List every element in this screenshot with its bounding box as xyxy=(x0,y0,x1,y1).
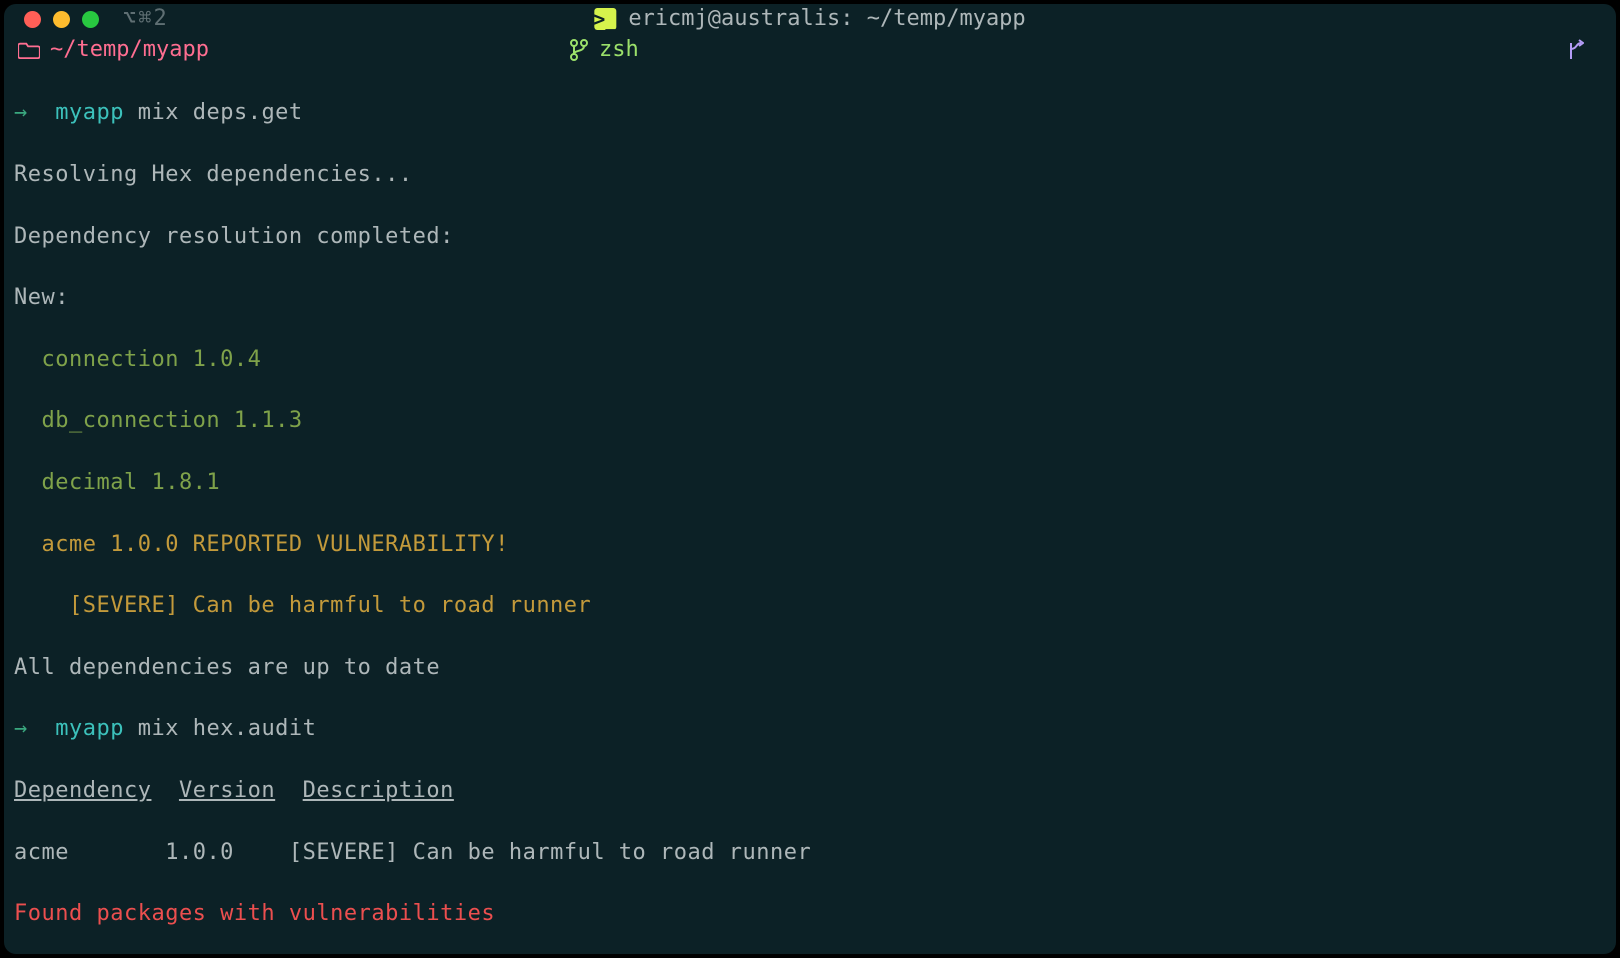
window-shortcut-label: ⌥⌘2 xyxy=(123,4,169,35)
maximize-button[interactable] xyxy=(82,11,99,28)
prompt-dir: myapp xyxy=(55,100,124,125)
tab-cwd[interactable]: ~/temp/myapp xyxy=(18,35,209,66)
vuln-summary-line: Found packages with vulnerabilities xyxy=(14,899,1606,930)
minimize-button[interactable] xyxy=(53,11,70,28)
table-header: Dependency xyxy=(14,778,151,803)
command-text: mix hex.audit xyxy=(138,716,317,741)
table-header-row: Dependency Version Description xyxy=(14,776,1606,807)
dep-line: connection 1.0.4 xyxy=(14,345,1606,376)
table-row: acme 1.0.0 [SEVERE] Can be harmful to ro… xyxy=(14,838,1606,869)
prompt-icon: >_ xyxy=(594,8,616,30)
vuln-line: [SEVERE] Can be harmful to road runner xyxy=(14,591,1606,622)
prompt-line: → myapp mix hex.audit xyxy=(14,714,1606,745)
cell-dependency: acme xyxy=(14,840,165,865)
cell-version: 1.0.0 xyxy=(165,840,289,865)
folder-icon xyxy=(18,41,40,59)
terminal-content[interactable]: → myapp mix deps.get Resolving Hex depen… xyxy=(4,68,1616,954)
output-line: All dependencies are up to date xyxy=(14,653,1606,684)
prompt-glyph: >_ xyxy=(593,9,617,29)
prompt-arrow: → xyxy=(14,716,28,741)
output-line: Resolving Hex dependencies... xyxy=(14,160,1606,191)
prompt-arrow: → xyxy=(14,100,28,125)
merge-icon xyxy=(1566,39,1584,61)
close-button[interactable] xyxy=(24,11,41,28)
spacer xyxy=(275,778,303,803)
output-line: New: xyxy=(14,283,1606,314)
cell-description: [SEVERE] Can be harmful to road runner xyxy=(289,840,811,865)
window-title: >_ ericmj@australis: ~/temp/myapp xyxy=(594,4,1025,35)
tabbar: ~/temp/myapp zsh xyxy=(4,35,1616,68)
terminal-window: ⌥⌘2 >_ ericmj@australis: ~/temp/myapp ~/… xyxy=(4,4,1616,954)
tab-shell-label: zsh xyxy=(599,35,639,66)
vuln-line: acme 1.0.0 REPORTED VULNERABILITY! xyxy=(14,530,1606,561)
branch-icon xyxy=(569,39,589,61)
command-text: mix deps.get xyxy=(138,100,303,125)
tab-shell[interactable]: zsh xyxy=(569,35,639,66)
prompt-line: → myapp mix deps.get xyxy=(14,98,1606,129)
dep-line: db_connection 1.1.3 xyxy=(14,406,1606,437)
prompt-dir: myapp xyxy=(55,716,124,741)
tab-merge-indicator[interactable] xyxy=(1566,39,1584,61)
spacer xyxy=(151,778,179,803)
table-header: Version xyxy=(179,778,275,803)
titlebar: ⌥⌘2 >_ ericmj@australis: ~/temp/myapp xyxy=(4,4,1616,35)
tab-cwd-label: ~/temp/myapp xyxy=(50,35,209,66)
output-line: Dependency resolution completed: xyxy=(14,222,1606,253)
dep-line: decimal 1.8.1 xyxy=(14,468,1606,499)
table-header: Description xyxy=(303,778,454,803)
traffic-lights xyxy=(24,11,99,28)
window-title-text: ericmj@australis: ~/temp/myapp xyxy=(628,4,1025,35)
